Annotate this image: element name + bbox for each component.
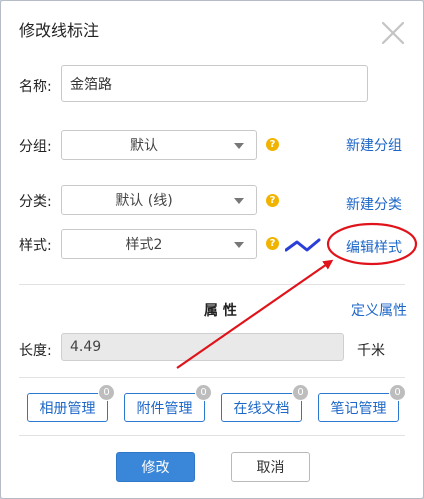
length-unit: 千米	[357, 343, 385, 359]
album-manager-label: 相册管理	[39, 400, 96, 417]
attachment-manager-button[interactable]: 附件管理	[124, 393, 205, 422]
online-docs-label: 在线文档	[233, 400, 290, 417]
close-icon[interactable]	[379, 19, 407, 47]
style-select-value: 样式2	[125, 237, 163, 253]
line-style-preview-icon	[285, 238, 321, 252]
notes-manager-label: 笔记管理	[330, 400, 387, 417]
name-field[interactable]	[61, 65, 368, 102]
chevron-down-icon	[234, 143, 244, 149]
group-select[interactable]: 默认	[61, 130, 257, 160]
category-label: 分类:	[19, 194, 52, 210]
define-attributes-link[interactable]: 定义属性	[351, 300, 407, 320]
style-label: 样式:	[19, 238, 52, 254]
notes-count-badge: 0	[389, 384, 406, 401]
help-icon[interactable]: ?	[266, 194, 279, 207]
edit-style-link[interactable]: 编辑样式	[346, 237, 402, 257]
section-divider	[19, 284, 405, 285]
category-select[interactable]: 默认 (线)	[61, 185, 257, 215]
help-icon[interactable]: ?	[266, 237, 279, 250]
help-icon[interactable]: ?	[266, 138, 279, 151]
notes-manager-button[interactable]: 笔记管理	[318, 393, 399, 422]
attributes-heading: 属 性	[204, 303, 237, 319]
length-field: 4.49	[61, 333, 344, 361]
footer-divider	[19, 435, 405, 436]
style-select[interactable]: 样式2	[61, 229, 257, 259]
new-group-link[interactable]: 新建分组	[346, 135, 402, 155]
confirm-button[interactable]: 修改	[116, 452, 195, 482]
section-divider	[19, 377, 405, 378]
group-select-value: 默认	[130, 138, 158, 154]
name-label: 名称:	[19, 79, 52, 95]
length-value: 4.49	[70, 339, 102, 355]
album-count-badge: 0	[98, 384, 115, 401]
new-category-link[interactable]: 新建分类	[346, 194, 402, 214]
length-label: 长度:	[19, 343, 52, 359]
chevron-down-icon	[234, 242, 244, 248]
dialog-title: 修改线标注	[19, 21, 100, 40]
attachment-manager-label: 附件管理	[136, 400, 193, 417]
chevron-down-icon	[234, 198, 244, 204]
group-label: 分组:	[19, 139, 52, 155]
cancel-button[interactable]: 取消	[231, 452, 310, 482]
category-select-value: 默认 (线)	[115, 193, 173, 209]
album-manager-button[interactable]: 相册管理	[27, 393, 108, 422]
online-docs-button[interactable]: 在线文档	[221, 393, 302, 422]
edit-line-annotation-dialog: 修改线标注 名称: 分组: 默认 ? 新建分组 分类: 默认 (线) ? 新建分…	[0, 0, 424, 499]
online-docs-count-badge: 0	[292, 384, 309, 401]
attachment-count-badge: 0	[195, 384, 212, 401]
